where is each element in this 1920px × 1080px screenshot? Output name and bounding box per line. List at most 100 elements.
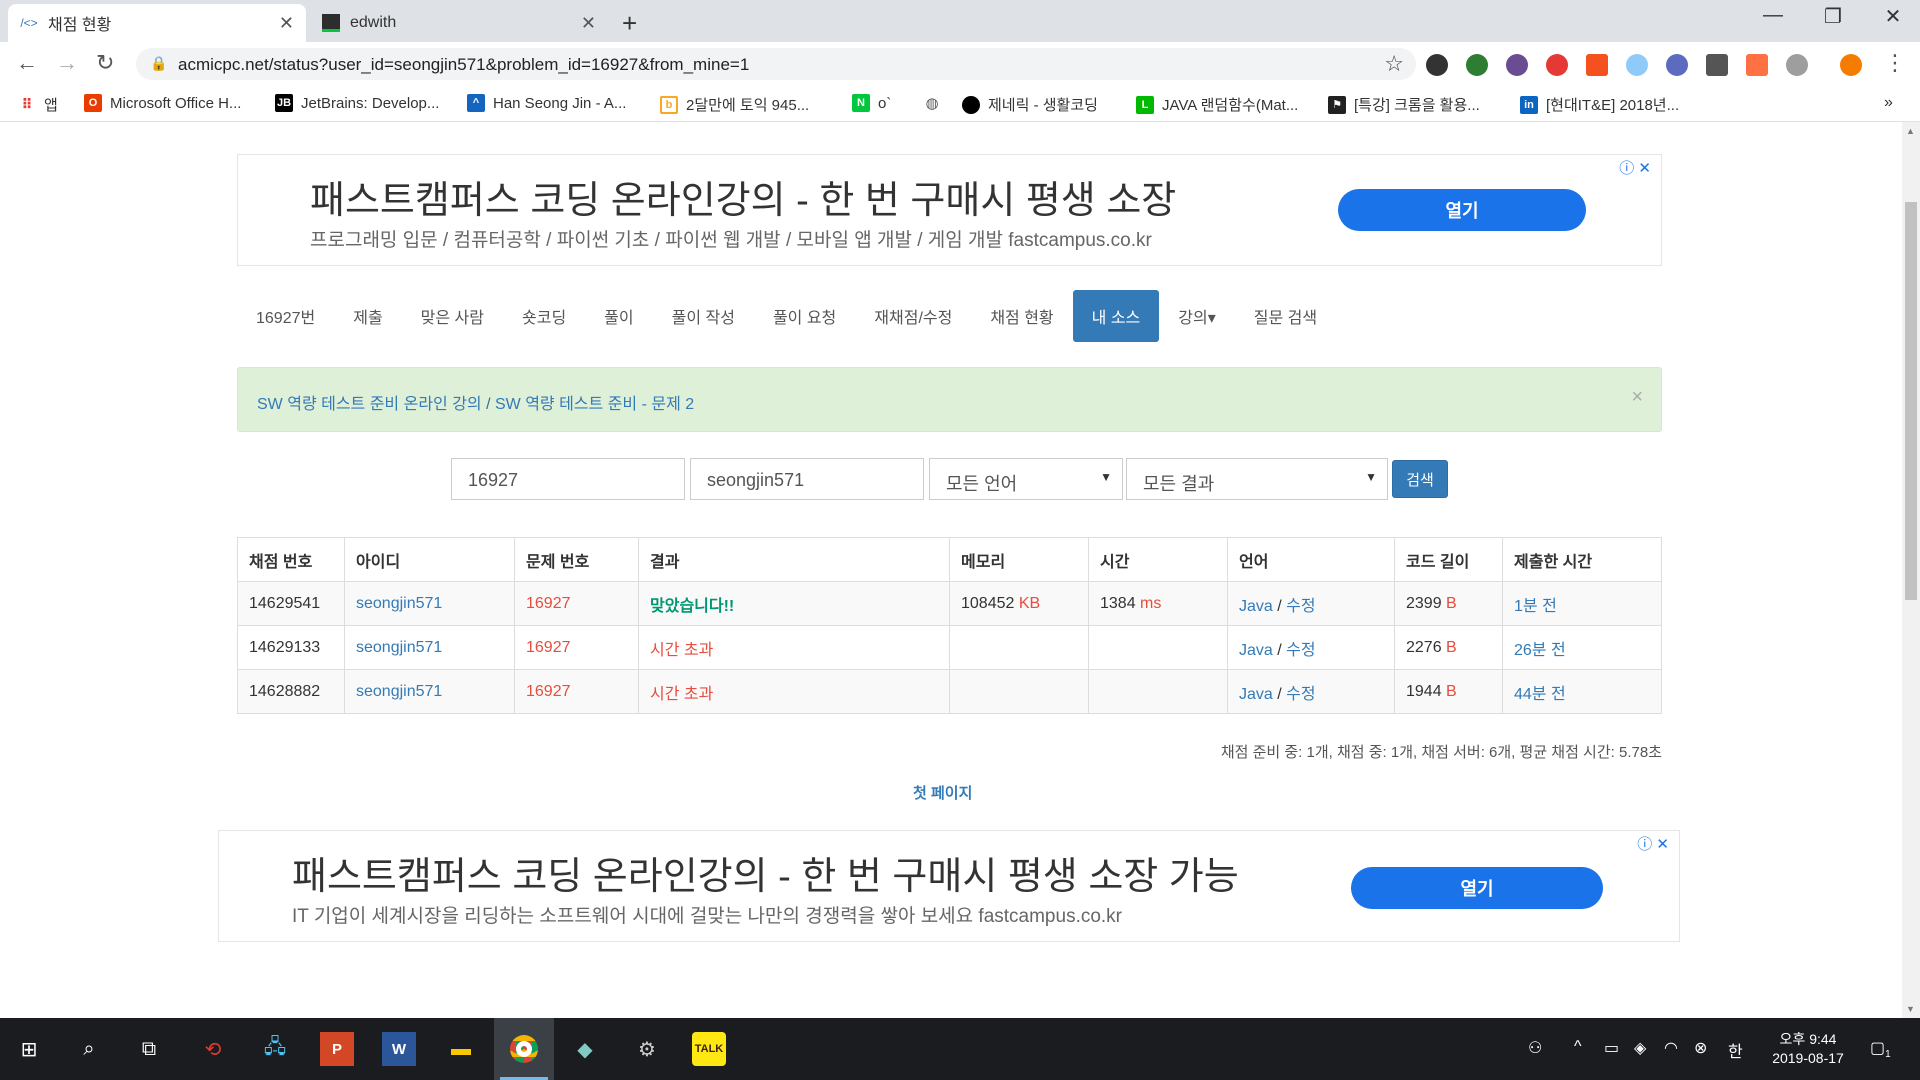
problem-nav-item[interactable]: 풀이 [585, 290, 652, 342]
user-link[interactable]: seongjin571 [356, 639, 442, 656]
chrome-taskbar-icon[interactable] [494, 1018, 554, 1080]
result-select[interactable]: 모든 결과 ▼ [1126, 458, 1388, 500]
extension-icon[interactable] [1786, 54, 1808, 76]
extension-icon[interactable] [1466, 54, 1488, 76]
maximize-button[interactable]: ❐ [1810, 4, 1856, 29]
problem-nav-item[interactable]: 16927번 [237, 290, 334, 342]
problem-link[interactable]: 16927 [526, 595, 571, 612]
extension-icon[interactable] [1706, 54, 1728, 76]
extension-icon[interactable] [1586, 54, 1608, 76]
chrome-menu-icon[interactable]: ⋮ [1884, 50, 1906, 76]
edit-link[interactable]: 수정 [1286, 686, 1315, 703]
app-sync-icon[interactable]: ⟲ [196, 1032, 230, 1066]
scroll-down-arrow-icon[interactable]: ▼ [1906, 1004, 1915, 1014]
first-page-link[interactable]: 첫 페이지 [913, 782, 972, 803]
submitted-time-link[interactable]: 44분 전 [1514, 686, 1566, 703]
problem-nav-item[interactable]: 풀이 요청 [754, 290, 855, 342]
back-button[interactable]: ← [16, 50, 38, 76]
url-text[interactable]: acmicpc.net/status?user_id=seongjin571&p… [178, 55, 749, 75]
problem-nav-item[interactable]: 재채점/수정 [855, 290, 971, 342]
extension-icon[interactable] [1546, 54, 1568, 76]
page-scrollbar[interactable]: ▲ ▼ [1902, 122, 1920, 1018]
ad-subtitle[interactable]: IT 기업이 세계시장을 리딩하는 소프트웨어 시대에 걸맞는 나만의 경쟁력을… [292, 901, 1122, 928]
edit-link[interactable]: 수정 [1286, 598, 1315, 615]
extension-icon[interactable] [1666, 54, 1688, 76]
network-app-icon[interactable]: 🖧 [258, 1032, 292, 1066]
scroll-up-arrow-icon[interactable]: ▲ [1906, 126, 1915, 136]
tab-status[interactable]: /<> 채점 현황 ✕ [8, 4, 306, 42]
notification-icon[interactable]: ▢1 [1870, 1038, 1891, 1060]
bookmark-java-random[interactable]: L JAVA 랜덤함수(Mat... [1136, 94, 1298, 115]
user-id-input[interactable]: seongjin571 [690, 458, 924, 500]
problem-nav-item[interactable]: 강의▾ [1159, 290, 1234, 342]
extension-icon[interactable] [1506, 54, 1528, 76]
ad-info-icon[interactable]: ⓘ ✕ [1619, 157, 1651, 178]
minimize-button[interactable]: — [1750, 4, 1796, 27]
bookmark-naver[interactable]: N o` [852, 94, 891, 112]
bookmark-special[interactable]: ⚑ [특강] 크롬을 활용... [1328, 94, 1480, 115]
problem-nav-item[interactable]: 제출 [334, 290, 401, 342]
omnibox[interactable]: 🔒 acmicpc.net/status?user_id=seongjin571… [136, 48, 1416, 80]
bookmark-office[interactable]: O Microsoft Office H... [84, 94, 241, 112]
problem-id-input[interactable]: 16927 [451, 458, 685, 500]
battery-icon[interactable]: ▭ [1604, 1038, 1619, 1058]
powerpoint-icon[interactable]: P [320, 1032, 354, 1066]
tray-expand-icon[interactable]: ^ [1574, 1038, 1582, 1056]
extension-icon[interactable] [1426, 54, 1448, 76]
extension-icon[interactable] [1626, 54, 1648, 76]
bookmark-jetbrains[interactable]: JB JetBrains: Develop... [275, 94, 439, 112]
ad-banner-bottom[interactable]: 패스트캠퍼스 코딩 온라인강의 - 한 번 구매시 평생 소장 가능 IT 기업… [218, 830, 1680, 942]
problem-nav-item[interactable]: 맞은 사람 [402, 290, 503, 342]
problem-link[interactable]: 16927 [526, 639, 571, 656]
bookmark-apps[interactable]: ⠿ 앱 [18, 94, 58, 115]
dropbox-icon[interactable]: ◈ [1634, 1038, 1646, 1058]
close-tab-icon[interactable]: ✕ [279, 13, 294, 34]
bookmark-blog[interactable]: b 2달만에 토익 945... [660, 94, 809, 115]
extension-icon[interactable] [1746, 54, 1768, 76]
close-tab-icon[interactable]: ✕ [581, 13, 596, 34]
submitted-time-link[interactable]: 1분 전 [1514, 598, 1557, 615]
system-clock[interactable]: 오후 9:44 2019-08-17 [1766, 1030, 1850, 1068]
bookmark-star-icon[interactable]: ☆ [1384, 51, 1404, 77]
language-link[interactable]: Java [1239, 642, 1273, 659]
task-view-icon[interactable]: ⧉ [132, 1032, 166, 1066]
search-icon[interactable]: ⌕ [72, 1032, 106, 1066]
people-icon[interactable]: ⚇ [1528, 1038, 1542, 1058]
reload-button[interactable]: ↻ [96, 50, 114, 76]
ad-title[interactable]: 패스트캠퍼스 코딩 온라인강의 - 한 번 구매시 평생 소장 [310, 169, 1176, 224]
alert-link-course[interactable]: SW 역량 테스트 준비 온라인 강의 [257, 396, 482, 413]
bookmark-globe[interactable]: ◍ [923, 94, 949, 112]
problem-nav-item[interactable]: 내 소스 [1072, 290, 1160, 342]
edit-link[interactable]: 수정 [1286, 642, 1315, 659]
ad-info-icon[interactable]: ⓘ ✕ [1637, 833, 1669, 854]
settings-gear-icon[interactable]: ⚙ [630, 1032, 664, 1066]
problem-nav-item[interactable]: 질문 검색 [1235, 290, 1336, 342]
new-tab-button[interactable]: + [622, 8, 637, 39]
ad-open-button[interactable]: 열기 [1351, 867, 1603, 909]
bookmark-linkedin[interactable]: in [현대IT&E] 2018년... [1520, 94, 1679, 115]
bookmark-generic[interactable]: 제네릭 - 생활코딩 [962, 94, 1098, 115]
forward-button[interactable]: → [56, 50, 78, 76]
problem-nav-item[interactable]: 채점 현황 [971, 290, 1072, 342]
search-button[interactable]: 검색 [1392, 460, 1448, 498]
file-explorer-icon[interactable]: ▬ [444, 1032, 478, 1066]
ad-title[interactable]: 패스트캠퍼스 코딩 온라인강의 - 한 번 구매시 평생 소장 가능 [292, 845, 1239, 900]
user-link[interactable]: seongjin571 [356, 595, 442, 612]
app-icon[interactable]: ◆ [568, 1032, 602, 1066]
tab-edwith[interactable]: edwith ✕ [310, 4, 608, 42]
submitted-time-link[interactable]: 26분 전 [1514, 642, 1566, 659]
bookmarks-overflow-icon[interactable]: » [1884, 94, 1893, 112]
language-link[interactable]: Java [1239, 598, 1273, 615]
scrollbar-thumb[interactable] [1905, 202, 1917, 600]
bookmark-atcoder[interactable]: ^ Han Seong Jin - A... [467, 94, 626, 112]
problem-nav-item[interactable]: 풀이 작성 [653, 290, 754, 342]
wifi-icon[interactable]: ◠ [1664, 1038, 1678, 1058]
user-link[interactable]: seongjin571 [356, 683, 442, 700]
alert-close-button[interactable]: × [1631, 386, 1643, 409]
windows-start-icon[interactable]: ⊞ [12, 1032, 46, 1066]
problem-nav-item[interactable]: 숏코딩 [503, 290, 585, 342]
word-icon[interactable]: W [382, 1032, 416, 1066]
ime-indicator[interactable]: 한 [1728, 1038, 1743, 1062]
language-link[interactable]: Java [1239, 686, 1273, 703]
ad-open-button[interactable]: 열기 [1338, 189, 1586, 231]
